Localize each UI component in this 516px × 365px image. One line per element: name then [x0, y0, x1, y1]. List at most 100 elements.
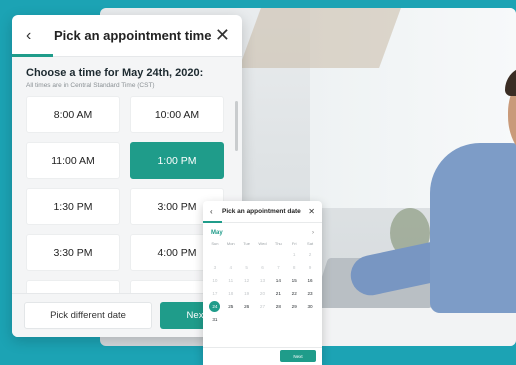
calendar-day-number: 17 — [212, 291, 218, 296]
calendar-day-number: 13 — [259, 278, 266, 283]
calendar-day-number: 6 — [261, 265, 264, 270]
calendar-day-number: 12 — [244, 278, 250, 283]
calendar-day[interactable]: 16 — [302, 274, 318, 287]
calendar-day — [239, 313, 255, 326]
calendar-day[interactable]: 17 — [207, 287, 223, 300]
calendar-day[interactable]: 3 — [207, 261, 223, 274]
calendar-day-number: 4 — [229, 265, 233, 270]
calendar-day[interactable]: 23 — [302, 287, 318, 300]
weekday-label: Sat — [307, 241, 314, 246]
timezone-note: All times are in Central Standard Time (… — [26, 82, 155, 89]
time-slot-button[interactable]: 1:30 PM — [26, 188, 120, 225]
pick-different-date-button[interactable]: Pick different date — [24, 302, 152, 329]
chevron-right-icon[interactable]: › — [312, 230, 314, 236]
calendar-day[interactable]: 4 — [223, 261, 239, 274]
calendar-day — [286, 313, 302, 326]
calendar-day[interactable]: 6 — [255, 261, 271, 274]
calendar-day-number: 15 — [291, 278, 297, 283]
chevron-left-icon[interactable]: ‹ — [210, 207, 222, 216]
calendar-day-number: 3 — [213, 265, 217, 270]
calendar-day[interactable]: 28 — [270, 300, 286, 313]
weekday-label: Wed — [258, 241, 267, 246]
calendar-day-number: 8 — [292, 265, 296, 270]
calendar-day-number: 18 — [228, 291, 234, 296]
calendar-day-number: 11 — [228, 278, 234, 283]
date-card-header: ‹ Pick an appointment date ✕ — [203, 201, 322, 223]
photo-ceiling-beam — [239, 8, 401, 68]
calendar-day[interactable]: 25 — [223, 300, 239, 313]
calendar-day-number: 7 — [277, 265, 280, 270]
calendar-day[interactable]: 18 — [223, 287, 239, 300]
weekday-label: Fri — [291, 241, 297, 246]
calendar-day[interactable]: 14 — [270, 274, 286, 287]
calendar-day[interactable]: 10 — [207, 274, 223, 287]
calendar-day[interactable]: 7 — [270, 261, 286, 274]
calendar-day-number: 19 — [244, 291, 250, 296]
calendar-day-number: 21 — [275, 291, 281, 296]
weekday-label: Tue — [243, 241, 250, 246]
time-slot-button[interactable]: 1:00 PM — [130, 142, 224, 179]
calendar-day-number: 5 — [245, 265, 248, 270]
calendar-day — [223, 313, 239, 326]
calendar-day[interactable]: 22 — [286, 287, 302, 300]
calendar-day[interactable]: 15 — [286, 274, 302, 287]
time-slot-button[interactable]: 3:30 PM — [26, 234, 120, 271]
calendar-day[interactable]: 5 — [239, 261, 255, 274]
calendar-day[interactable]: 11 — [223, 274, 239, 287]
calendar-day[interactable]: 8 — [286, 261, 302, 274]
calendar-day-number: 9 — [308, 265, 312, 270]
calendar-day — [239, 248, 255, 261]
weekday-row: Sun Mon Tue Wed Thu Fri Sat — [203, 239, 322, 248]
calendar-day-number: 22 — [291, 291, 297, 296]
scrollbar-thumb[interactable] — [235, 101, 238, 151]
time-slot-button[interactable]: 11:00 AM — [26, 142, 120, 179]
calendar-day[interactable]: 1 — [286, 248, 302, 261]
calendar-day-number: 1 — [292, 252, 296, 257]
calendar-day-number: 24 — [209, 301, 221, 312]
time-slot-button[interactable]: 10:00 AM — [130, 96, 224, 133]
calendar-day-selected[interactable]: 24 — [207, 300, 223, 313]
calendar-day — [302, 313, 318, 326]
calendar-day[interactable]: 26 — [239, 300, 255, 313]
weekday-label: Thu — [274, 241, 282, 246]
calendar-day[interactable]: 31 — [207, 313, 223, 326]
calendar-day[interactable]: 19 — [239, 287, 255, 300]
time-slot-button[interactable]: 8:00 AM — [26, 96, 120, 133]
appointment-date-card: ‹ Pick an appointment date ✕ May › Sun Mo… — [203, 201, 322, 365]
calendar-day-number: 10 — [212, 278, 218, 283]
calendar-day-number: 2 — [308, 252, 312, 257]
calendar-day — [255, 248, 271, 261]
calendar-day-number: 16 — [307, 278, 313, 283]
calendar-day[interactable]: 13 — [255, 274, 271, 287]
date-step-progress-bar — [203, 221, 223, 223]
calendar-next-button[interactable]: Next — [280, 350, 316, 362]
calendar-day[interactable]: 21 — [270, 287, 286, 300]
calendar-day[interactable]: 20 — [255, 287, 271, 300]
calendar-day[interactable]: 12 — [239, 274, 255, 287]
time-slot-grid: 8:00 AM 10:00 AM 11:00 AM 1:00 PM 1:30 PM 3:0… — [26, 96, 228, 293]
month-label: May — [211, 230, 223, 236]
calendar-day-number: 14 — [275, 278, 281, 283]
close-icon[interactable]: ✕ — [215, 25, 230, 46]
calendar-day — [255, 313, 271, 326]
time-card-header: ‹ Pick an appointment time ✕ — [12, 15, 242, 57]
calendar-day-number: 29 — [291, 304, 297, 309]
close-icon[interactable]: ✕ — [308, 207, 315, 216]
calendar-day — [270, 248, 286, 261]
calendar-day[interactable]: 9 — [302, 261, 318, 274]
calendar-day-number: 28 — [275, 304, 281, 309]
chevron-left-icon[interactable]: ‹ — [26, 27, 48, 45]
date-card-footer: Next — [203, 347, 322, 365]
calendar-day-number: 23 — [307, 291, 313, 296]
calendar-day[interactable]: 29 — [286, 300, 302, 313]
weekday-label: Mon — [226, 241, 235, 246]
calendar-day-number: 27 — [259, 304, 266, 309]
calendar-day-number: 26 — [244, 304, 250, 309]
calendar-day[interactable]: 27 — [255, 300, 271, 313]
calendar-day-number: 25 — [228, 304, 234, 309]
date-heading: Choose a time for May 24th, 2020: — [26, 67, 204, 79]
time-slot-button[interactable] — [26, 280, 120, 293]
calendar-day[interactable]: 30 — [302, 300, 318, 313]
calendar-day[interactable]: 2 — [302, 248, 318, 261]
month-row: May › — [203, 223, 322, 239]
